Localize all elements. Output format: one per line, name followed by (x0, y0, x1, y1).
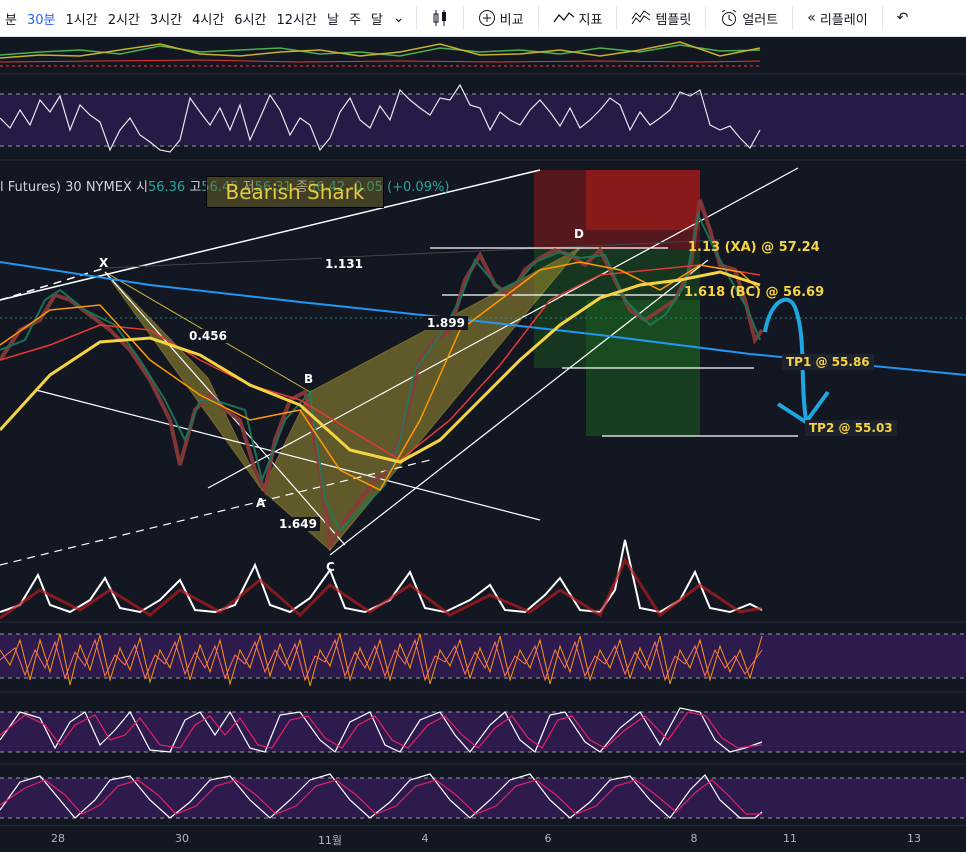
high-label: 고 (189, 180, 202, 195)
indicators-label: 지표 (578, 12, 603, 28)
symbol-name[interactable]: l Futures) (0, 180, 61, 195)
chevron-down-icon[interactable]: ⌄ (388, 10, 410, 26)
exchange-label: NYMEX (85, 180, 132, 195)
oscillator-pane-2 (0, 707, 966, 753)
plus-circle-icon (478, 10, 495, 26)
time-tick: 6 (544, 832, 552, 845)
time-tick: 11월 (317, 834, 343, 847)
timeframe-2h[interactable]: 2시간 (103, 9, 145, 28)
templates-icon (632, 10, 651, 25)
timeframe-week[interactable]: 주 (344, 9, 366, 28)
time-tick: 28 (51, 832, 65, 845)
ratio-xc-label: 1.131 (322, 257, 366, 271)
interval-label: 30 (65, 180, 82, 195)
point-c-label: C (326, 560, 335, 574)
rsi-pane (0, 83, 966, 153)
compare-label: 비교 (499, 12, 524, 28)
timeframe-4h[interactable]: 4시간 (187, 9, 229, 28)
replay-button[interactable]: « 리플레이 (799, 9, 875, 28)
top-toolbar: 분 30분 1시간 2시간 3시간 4시간 6시간 12시간 날 주 달 ⌄ 비… (0, 0, 966, 37)
timeframe-minute[interactable]: 분 (0, 9, 22, 28)
toolbar-divider (537, 6, 539, 30)
toolbar-divider (881, 6, 883, 30)
point-a-label: A (256, 496, 266, 510)
timeframe-30m[interactable]: 30분 (22, 9, 61, 28)
timeframe-month[interactable]: 달 (366, 9, 388, 28)
templates-label: 템플릿 (655, 12, 692, 28)
undo-button[interactable]: ↶ (889, 10, 917, 26)
time-tick: 30 (175, 832, 189, 845)
indicators-button[interactable]: 지표 (545, 9, 611, 28)
templates-button[interactable]: 템플릿 (623, 9, 699, 28)
ratio-bd-label: 1.899 (424, 316, 468, 330)
xa-level-label: 1.13 (XA) @ 57.24 (688, 240, 820, 255)
alarm-icon (722, 9, 737, 26)
replay-label: 리플레이 (819, 12, 868, 28)
candles-icon (433, 10, 446, 26)
time-axis[interactable]: 28 30 11월 4 6 8 11 13 (0, 825, 966, 852)
point-x-label: X (99, 256, 109, 270)
time-tick: 13 (907, 832, 921, 845)
ratio-xb-label: 0.456 (186, 329, 230, 343)
toolbar-divider (415, 6, 417, 30)
ratio-ac-label: 1.649 (276, 517, 320, 531)
open-value: 56.36 (147, 180, 186, 195)
time-tick: 11 (783, 832, 797, 845)
open-label: 시 (135, 180, 148, 195)
timeframe-1h[interactable]: 1시간 (60, 9, 102, 28)
undo-icon: ↶ (896, 10, 909, 26)
toolbar-divider (462, 6, 464, 30)
alert-button[interactable]: 얼러트 (712, 9, 786, 28)
chart-type-button[interactable] (423, 9, 457, 27)
time-tick: 8 (690, 832, 698, 845)
time-tick: 4 (421, 832, 429, 845)
replay-icon: « (807, 10, 816, 26)
stop-zone (586, 170, 700, 230)
point-d-label: D (574, 227, 584, 241)
oscillator-pane-3 (0, 773, 966, 819)
indicators-icon (553, 12, 574, 23)
timeframe-12h[interactable]: 12시간 (272, 9, 322, 28)
compare-button[interactable]: 비교 (470, 9, 532, 28)
toolbar-divider (705, 6, 707, 30)
timeframe-6h[interactable]: 6시간 (229, 9, 271, 28)
timeframe-3h[interactable]: 3시간 (145, 9, 187, 28)
timeframe-day[interactable]: 날 (322, 9, 344, 28)
bc-level-label: 1.618 (BC) @ 56.69 (684, 285, 825, 300)
pattern-title-label[interactable]: Bearish Shark (206, 176, 384, 208)
alert-label: 얼러트 (742, 12, 779, 28)
tp2-label: TP2 @ 55.03 (805, 420, 897, 436)
toolbar-divider (616, 6, 618, 30)
point-b-label: B (304, 372, 314, 386)
tp1-label: TP1 @ 55.86 (782, 354, 874, 370)
toolbar-divider (792, 6, 794, 30)
